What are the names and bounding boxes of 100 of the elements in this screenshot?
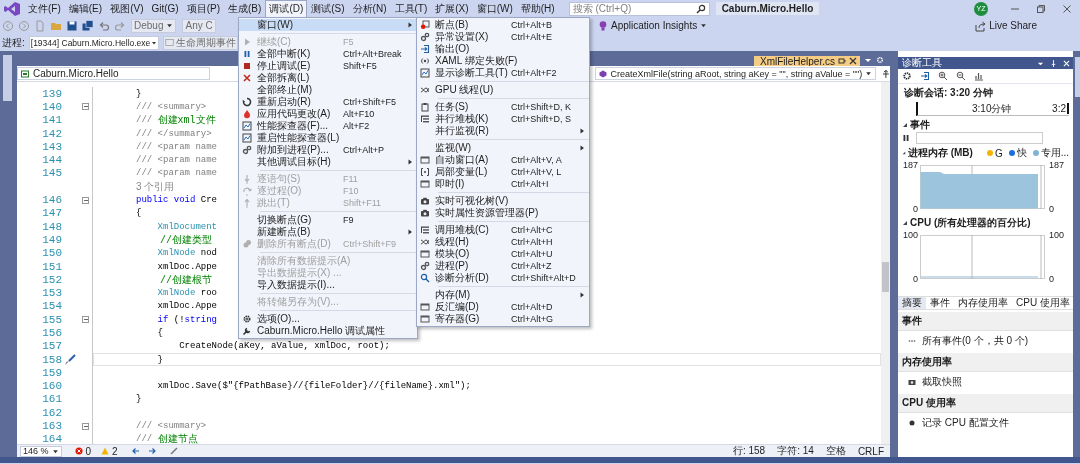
menu-item[interactable]: 模块(O) Ctrl+Alt+U <box>417 248 589 260</box>
menu-item[interactable]: 并行堆栈(K) Ctrl+Shift+D, S <box>417 113 589 125</box>
menu-bar-item[interactable]: 工具(T) <box>390 0 432 18</box>
menu-bar-item[interactable]: 生成(B) <box>224 0 266 18</box>
menu-bar-item[interactable]: 窗口(W) <box>472 0 517 18</box>
menu-bar-item[interactable]: Git(G) <box>147 1 183 16</box>
error-count[interactable]: 0 <box>85 445 92 457</box>
menu-item[interactable]: 切换断点(G) F9 <box>239 214 417 226</box>
collapse-icon[interactable] <box>82 316 89 324</box>
reference-count[interactable]: 3 个引用 <box>93 179 175 194</box>
menu-item[interactable]: 任务(S) Ctrl+Shift+D, K <box>417 101 589 113</box>
menu-item[interactable]: 寄存器(G) Ctrl+Alt+G <box>417 313 589 325</box>
menu-item[interactable]: 导入数据提示(I)... <box>239 279 417 291</box>
timeline-ruler[interactable]: 3:10分钟 3:2 <box>916 102 1069 116</box>
close-icon[interactable] <box>1062 3 1072 14</box>
menu-bar-item[interactable]: 文件(F) <box>24 0 65 18</box>
chart-icon[interactable] <box>974 71 984 81</box>
search-field[interactable]: 搜索 (Ctrl+Q) <box>568 1 710 16</box>
menu-item[interactable]: 停止调试(E) Shift+F5 <box>239 60 417 72</box>
menu-item[interactable]: 自动窗口(A) Ctrl+Alt+V, A <box>417 154 589 166</box>
menu-item[interactable]: 输出(O) <box>417 43 589 55</box>
menu-bar-item[interactable]: 扩展(X) <box>431 0 473 18</box>
lifecycle-events-dropdown[interactable]: 生命周期事件 <box>163 35 239 50</box>
zoom-in-icon[interactable] <box>938 71 948 81</box>
save-all-icon[interactable] <box>82 19 94 32</box>
split-icon[interactable] <box>882 69 890 78</box>
menu-item[interactable]: 显示诊断工具(T) Ctrl+Alt+F2 <box>417 67 589 79</box>
menu-item[interactable]: 性能探查器(F)... Alt+F2 <box>239 120 417 132</box>
project-dropdown[interactable]: Caburn.Micro.Hello <box>17 67 210 80</box>
menu-bar-item[interactable]: 编辑(E) <box>64 0 107 18</box>
undo-icon[interactable] <box>98 19 110 32</box>
menu-item[interactable]: 反汇编(D) Ctrl+Alt+D <box>417 301 589 313</box>
back-icon[interactable] <box>131 447 140 455</box>
zoom-dropdown[interactable]: 146 % <box>20 445 62 457</box>
export-icon[interactable] <box>920 71 930 81</box>
close-icon[interactable] <box>849 57 857 65</box>
scrollbar-thumb[interactable] <box>882 262 889 292</box>
warning-count[interactable]: 2 <box>112 445 118 457</box>
file-tab[interactable]: XmlFileHelper.cs <box>753 56 860 66</box>
menu-item[interactable]: 断点(B) Ctrl+Alt+B <box>417 19 589 31</box>
line-ending-indicator[interactable]: CRLF <box>857 445 884 457</box>
menu-item[interactable]: 监视(W) <box>417 142 589 154</box>
pause-icon[interactable] <box>902 134 910 142</box>
menu-bar-item[interactable]: 项目(P) <box>182 0 225 18</box>
pin-icon[interactable] <box>838 57 846 65</box>
collapse-icon[interactable] <box>82 103 89 111</box>
collapse-icon[interactable] <box>82 196 89 204</box>
menu-item[interactable]: 全部中断(K) Ctrl+Alt+Break <box>239 48 417 60</box>
collapse-icon[interactable] <box>902 122 908 128</box>
menu-item[interactable]: 即时(I) Ctrl+Alt+I <box>417 178 589 190</box>
collapse-icon[interactable] <box>902 220 908 226</box>
menu-item[interactable]: 内存(M) <box>417 289 589 301</box>
menu-item[interactable]: 实时属性资源管理器(P) <box>417 207 589 219</box>
menu-item[interactable]: 实时可视化树(V) <box>417 195 589 207</box>
menu-item[interactable]: 新建断点(B) <box>239 226 417 238</box>
collapse-icon[interactable] <box>902 150 906 156</box>
menu-item[interactable]: 局部变量(L) Ctrl+Alt+V, L <box>417 166 589 178</box>
menu-item[interactable]: XAML 绑定失败(F) <box>417 55 589 67</box>
forward-icon[interactable] <box>147 447 156 455</box>
menu-item[interactable]: Caburn.Micro.Hello 调试属性 <box>239 325 417 337</box>
zoom-out-icon[interactable] <box>956 71 966 81</box>
configuration-dropdown[interactable]: Debug <box>131 18 177 33</box>
insights-button[interactable]: Application Insights <box>592 19 711 32</box>
menu-item[interactable]: 进程(P) Ctrl+Alt+Z <box>417 260 589 272</box>
menu-item[interactable]: 重启性能探查器(L) <box>239 132 417 144</box>
menu-bar-item[interactable]: 分析(N) <box>348 0 391 18</box>
platform-dropdown[interactable]: Any C <box>182 18 216 33</box>
tab[interactable]: 事件 <box>926 297 954 309</box>
menu-bar-item[interactable]: 视图(V) <box>106 0 148 18</box>
menu-item[interactable]: 附加到进程(P)... Ctrl+Alt+P <box>239 144 417 156</box>
menu-bar-item[interactable]: 调试(D) <box>265 0 308 18</box>
live-share-button[interactable]: Live Share <box>970 19 1040 32</box>
menu-bar-item[interactable]: 测试(S) <box>307 0 349 18</box>
collapse-icon[interactable] <box>82 422 89 430</box>
menu-item[interactable]: 线程(H) Ctrl+Alt+H <box>417 236 589 248</box>
member-dropdown[interactable]: CreateXmlFile(string aRoot, string aKey = "", string aValue = "") <box>594 67 877 80</box>
menu-item[interactable]: 选项(O)... <box>239 313 417 325</box>
process-dropdown[interactable]: [19344] Caburn.Micro.Hello.exe <box>28 35 160 50</box>
tab[interactable]: 摘要 <box>898 297 926 309</box>
menu-item[interactable]: 诊断分析(D) Ctrl+Shift+Alt+D <box>417 272 589 284</box>
menu-item[interactable]: 并行监视(R) <box>417 125 589 137</box>
settings-icon[interactable] <box>902 71 912 81</box>
action-link[interactable]: 所有事件(0 个，共 0 个) <box>898 331 1073 351</box>
scrollbar[interactable] <box>881 82 890 444</box>
action-link[interactable]: 截取快照 <box>898 372 1073 392</box>
restore-icon[interactable] <box>1036 3 1046 14</box>
menu-item[interactable]: 重新启动(R) Ctrl+Shift+F5 <box>239 96 417 108</box>
menu-item[interactable]: 窗口(W) <box>239 19 417 31</box>
tab[interactable]: CPU 使用率 <box>1012 297 1073 309</box>
action-link[interactable]: 记录 CPU 配置文件 <box>898 413 1073 433</box>
menu-item[interactable]: 调用堆栈(C) Ctrl+Alt+C <box>417 224 589 236</box>
menu-item[interactable]: 全部拆离(L) <box>239 72 417 84</box>
menu-bar-item[interactable]: 帮助(H) <box>516 0 559 18</box>
menu-item[interactable]: GPU 线程(U) <box>417 84 589 96</box>
menu-item[interactable]: 异常设置(X) Ctrl+Alt+E <box>417 31 589 43</box>
menu-item[interactable]: 应用代码更改(A) Alt+F10 <box>239 108 417 120</box>
menu-item[interactable]: 全部终止(M) <box>239 84 417 96</box>
menu-item[interactable]: 其他调试目标(H) <box>239 156 417 168</box>
save-icon[interactable] <box>66 19 78 32</box>
tab[interactable]: 内存使用率 <box>954 297 1012 309</box>
